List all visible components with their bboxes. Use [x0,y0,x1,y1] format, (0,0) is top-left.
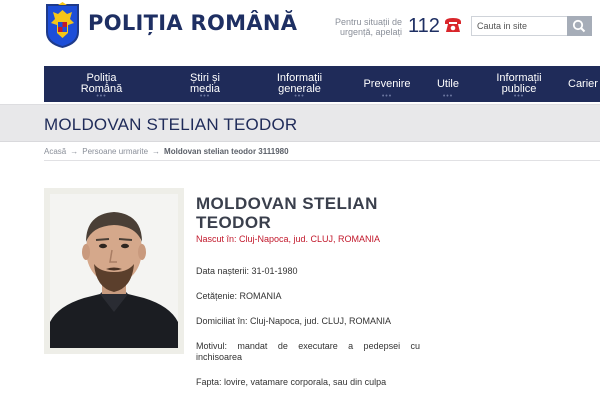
nav-item-informatii-publice[interactable]: Informații publice ••• [470,66,568,102]
main-navigation: Poliția Română ••• Știri și media ••• In… [44,66,600,102]
birth-date: Data nașterii: 31-01-1980 [196,266,298,276]
domicile: Domiciliat în: Cluj-Napoca, jud. CLUJ, R… [196,316,392,326]
photo-frame [44,188,184,354]
page-title: MOLDOVAN STELIAN TEODOR [44,115,298,134]
phone-icon[interactable] [443,16,463,34]
search-icon [572,19,586,33]
breadcrumb-home-link[interactable]: Acasă [44,147,66,156]
nav-item-label: Carier [568,77,598,90]
nav-dots: ••• [513,93,525,100]
breadcrumb: Acasă → Persoane urmarite → Moldovan stelian… [44,147,289,156]
site-header: POLIȚIA ROMÂNĂ Pentru situații de urgenț… [0,0,600,62]
nav-item-stiri-media[interactable]: Știri și media ••• [159,66,251,102]
emergency-text: Pentru situații de urgență, apelați [334,17,402,37]
warrant-motive: Motivul: mandat de executare a pedepsei … [196,341,420,362]
citizenship: Cetățenie: ROMANIA [196,291,282,301]
nav-item-politia-romana[interactable]: Poliția Română ••• [44,66,159,102]
nav-dots: ••• [294,93,305,100]
nav-dots: ••• [96,93,107,100]
site-brand[interactable]: POLIȚIA ROMÂNĂ [88,11,297,35]
offense: Fapta: lovire, vatamare corporala, sau d… [196,377,387,387]
search-input[interactable] [471,16,568,36]
nav-dots: ••• [381,93,393,100]
birthplace: Nascut în: Cluj-Napoca, jud. CLUJ, ROMAN… [196,234,381,244]
emergency-number[interactable]: 112 [408,15,440,38]
breadcrumb-separator: → [70,147,79,156]
nav-item-label: Știri și media [190,72,220,95]
nav-item-prevenire[interactable]: Prevenire ••• [348,66,426,102]
nav-item-label: Informații generale [276,72,323,95]
nav-item-label: Prevenire [363,77,411,90]
nav-dots: ••• [442,93,454,100]
nav-dots: ••• [199,93,211,100]
nav-item-utile[interactable]: Utile ••• [426,66,470,102]
breadcrumb-current: Moldovan stelian teodor 3111980 [164,147,289,156]
divider [44,160,600,161]
breadcrumb-section-link[interactable]: Persoane urmarite [82,147,148,156]
nav-item-cariera[interactable]: Carier [568,66,600,102]
nav-item-label: Poliția Română [80,72,123,95]
nav-item-label: Utile [436,77,459,90]
person-photo [50,194,178,348]
page-title-band: MOLDOVAN STELIAN TEODOR [0,104,600,142]
search-button[interactable] [567,16,592,36]
nav-item-informatii-generale[interactable]: Informații generale ••• [251,66,348,102]
breadcrumb-separator: → [152,147,161,156]
coat-of-arms-logo[interactable] [44,2,81,49]
nav-item-label: Informații publice [496,72,542,95]
person-name: MOLDOVAN STELIAN TEODOR [196,194,378,232]
